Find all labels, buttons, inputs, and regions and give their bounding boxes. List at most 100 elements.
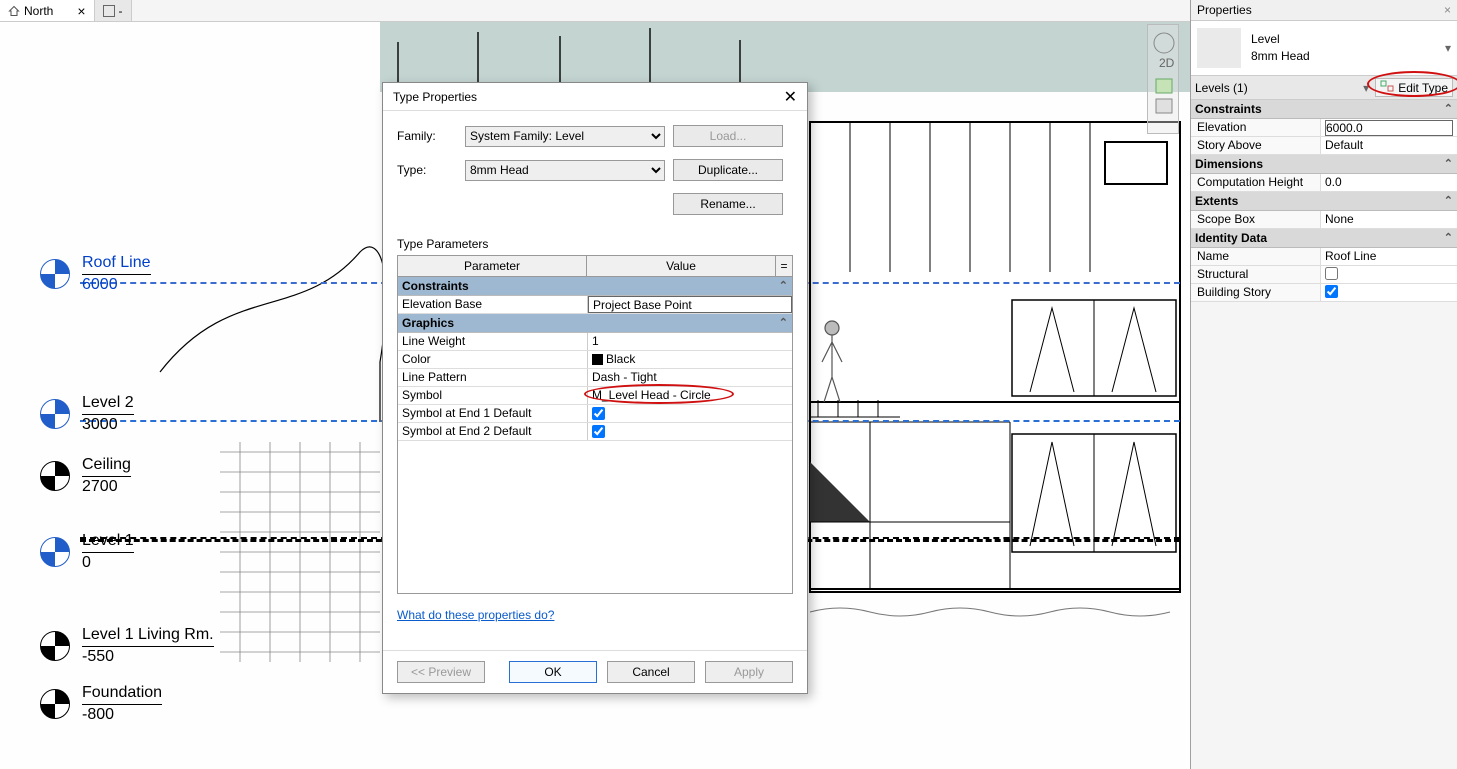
prop-row[interactable]: Structural <box>1191 266 1457 284</box>
elevation-input[interactable] <box>1325 120 1453 136</box>
level-name: Level 1 <box>82 532 134 550</box>
instance-count[interactable]: Levels (1) <box>1195 81 1357 95</box>
view-navigation-bar[interactable]: 2D <box>1147 24 1179 134</box>
type-selector[interactable]: Level 8mm Head ▾ <box>1191 21 1457 76</box>
close-icon[interactable]: ✕ <box>784 87 797 107</box>
type-preview-icon <box>1197 28 1241 68</box>
section-constraints[interactable]: Constraints ⌃ <box>398 277 792 296</box>
color-swatch <box>592 354 603 365</box>
param-value[interactable]: Project Base Point <box>588 296 792 313</box>
duplicate-button[interactable]: Duplicate... <box>673 159 783 181</box>
level-name: Foundation <box>82 684 162 702</box>
level-name: Ceiling <box>82 456 131 474</box>
prop-key: Scope Box <box>1191 211 1321 228</box>
prop-value[interactable]: Default <box>1321 137 1457 154</box>
column-value: Value <box>587 256 776 276</box>
prop-key: Computation Height <box>1191 174 1321 191</box>
param-row[interactable]: Symbol at End 1 Default <box>398 405 792 423</box>
page-icon <box>103 5 115 17</box>
param-key: Line Pattern <box>398 369 588 386</box>
column-eq: = <box>776 256 792 276</box>
structural-checkbox[interactable] <box>1325 267 1338 280</box>
prop-value[interactable]: Roof Line <box>1321 248 1457 265</box>
section-constraints[interactable]: Constraints⌃ <box>1191 100 1457 119</box>
close-icon[interactable]: × <box>77 3 85 19</box>
param-value[interactable]: Dash - Tight <box>588 369 792 386</box>
prop-value[interactable]: None <box>1321 211 1457 228</box>
home-icon <box>8 5 20 17</box>
prop-key: Name <box>1191 248 1321 265</box>
prop-key: Building Story <box>1191 284 1321 301</box>
param-row[interactable]: Symbol at End 2 Default <box>398 423 792 441</box>
symbol-end1-checkbox[interactable] <box>592 407 605 420</box>
level-name: Roof Line <box>82 254 151 272</box>
type-label: Type: <box>397 163 457 177</box>
chevron-down-icon: ▾ <box>1363 81 1369 95</box>
rename-button[interactable]: Rename... <box>673 193 783 215</box>
building-story-checkbox[interactable] <box>1325 285 1338 298</box>
collapse-icon: ⌃ <box>779 279 788 293</box>
level-marker-level1[interactable]: Level 1 0 <box>40 532 134 572</box>
type-parameters-grid: Parameter Value = Constraints ⌃ Elevatio… <box>397 255 793 594</box>
cancel-button[interactable]: Cancel <box>607 661 695 683</box>
prop-row[interactable]: Story Above Default <box>1191 137 1457 155</box>
level-value: 3000 <box>82 414 134 434</box>
level-name: Level 2 <box>82 394 134 412</box>
type-select[interactable]: 8mm Head <box>465 160 665 181</box>
tab-label: - <box>119 4 123 18</box>
param-row[interactable]: Line Weight 1 <box>398 333 792 351</box>
param-value[interactable] <box>588 423 792 440</box>
level-value: 0 <box>82 552 134 572</box>
level-head-icon <box>40 399 70 429</box>
prop-row[interactable]: Computation Height 0.0 <box>1191 174 1457 192</box>
level-marker-roof-line[interactable]: Roof Line 6000 <box>40 254 151 294</box>
level-marker-level2[interactable]: Level 2 3000 <box>40 394 134 434</box>
prop-row[interactable]: Building Story <box>1191 284 1457 302</box>
prop-key: Elevation <box>1191 119 1321 136</box>
param-value[interactable] <box>588 405 792 422</box>
ok-button[interactable]: OK <box>509 661 597 683</box>
collapse-icon: ⌃ <box>1444 102 1453 116</box>
level-marker-level1-living[interactable]: Level 1 Living Rm. -550 <box>40 626 214 666</box>
param-value[interactable]: Black <box>588 351 792 368</box>
view-tab-north[interactable]: North × <box>0 0 95 21</box>
section-extents[interactable]: Extents⌃ <box>1191 192 1457 211</box>
param-row[interactable]: Line Pattern Dash - Tight <box>398 369 792 387</box>
dialog-titlebar: Type Properties ✕ <box>383 83 807 111</box>
prop-row[interactable]: Scope Box None <box>1191 211 1457 229</box>
level-value: -550 <box>82 646 214 666</box>
edit-type-button[interactable]: Edit Type <box>1375 78 1453 97</box>
param-key: Color <box>398 351 588 368</box>
param-row[interactable]: Color Black <box>398 351 792 369</box>
section-graphics[interactable]: Graphics ⌃ <box>398 314 792 333</box>
level-value: 2700 <box>82 476 131 496</box>
load-button: Load... <box>673 125 783 147</box>
type-properties-dialog: Type Properties ✕ Family: System Family:… <box>382 82 808 694</box>
level-marker-foundation[interactable]: Foundation -800 <box>40 684 162 724</box>
symbol-end2-checkbox[interactable] <box>592 425 605 438</box>
param-value[interactable]: M_Level Head - Circle <box>588 387 792 404</box>
level-marker-ceiling[interactable]: Ceiling 2700 <box>40 456 131 496</box>
section-identity-data[interactable]: Identity Data⌃ <box>1191 229 1457 248</box>
collapse-icon: ⌃ <box>1444 157 1453 171</box>
param-value[interactable]: 1 <box>588 333 792 350</box>
prop-key: Story Above <box>1191 137 1321 154</box>
prop-row[interactable]: Name Roof Line <box>1191 248 1457 266</box>
param-row-symbol[interactable]: Symbol M_Level Head - Circle <box>398 387 792 405</box>
view-tab-other[interactable]: - <box>95 0 132 21</box>
properties-title: Properties <box>1197 3 1252 17</box>
prop-key: Structural <box>1191 266 1321 283</box>
panel-close-icon[interactable]: × <box>1444 3 1451 17</box>
chevron-down-icon: ▾ <box>1445 41 1451 55</box>
level-value: -800 <box>82 704 162 724</box>
level-head-icon <box>40 689 70 719</box>
level-head-icon <box>40 259 70 289</box>
section-dimensions[interactable]: Dimensions⌃ <box>1191 155 1457 174</box>
dialog-title: Type Properties <box>393 90 477 104</box>
param-row[interactable]: Elevation Base Project Base Point <box>398 296 792 314</box>
prop-value[interactable]: 0.0 <box>1321 174 1457 191</box>
prop-row[interactable]: Elevation <box>1191 119 1457 137</box>
family-select[interactable]: System Family: Level <box>465 126 665 147</box>
preview-button: << Preview <box>397 661 485 683</box>
help-link[interactable]: What do these properties do? <box>397 608 793 622</box>
